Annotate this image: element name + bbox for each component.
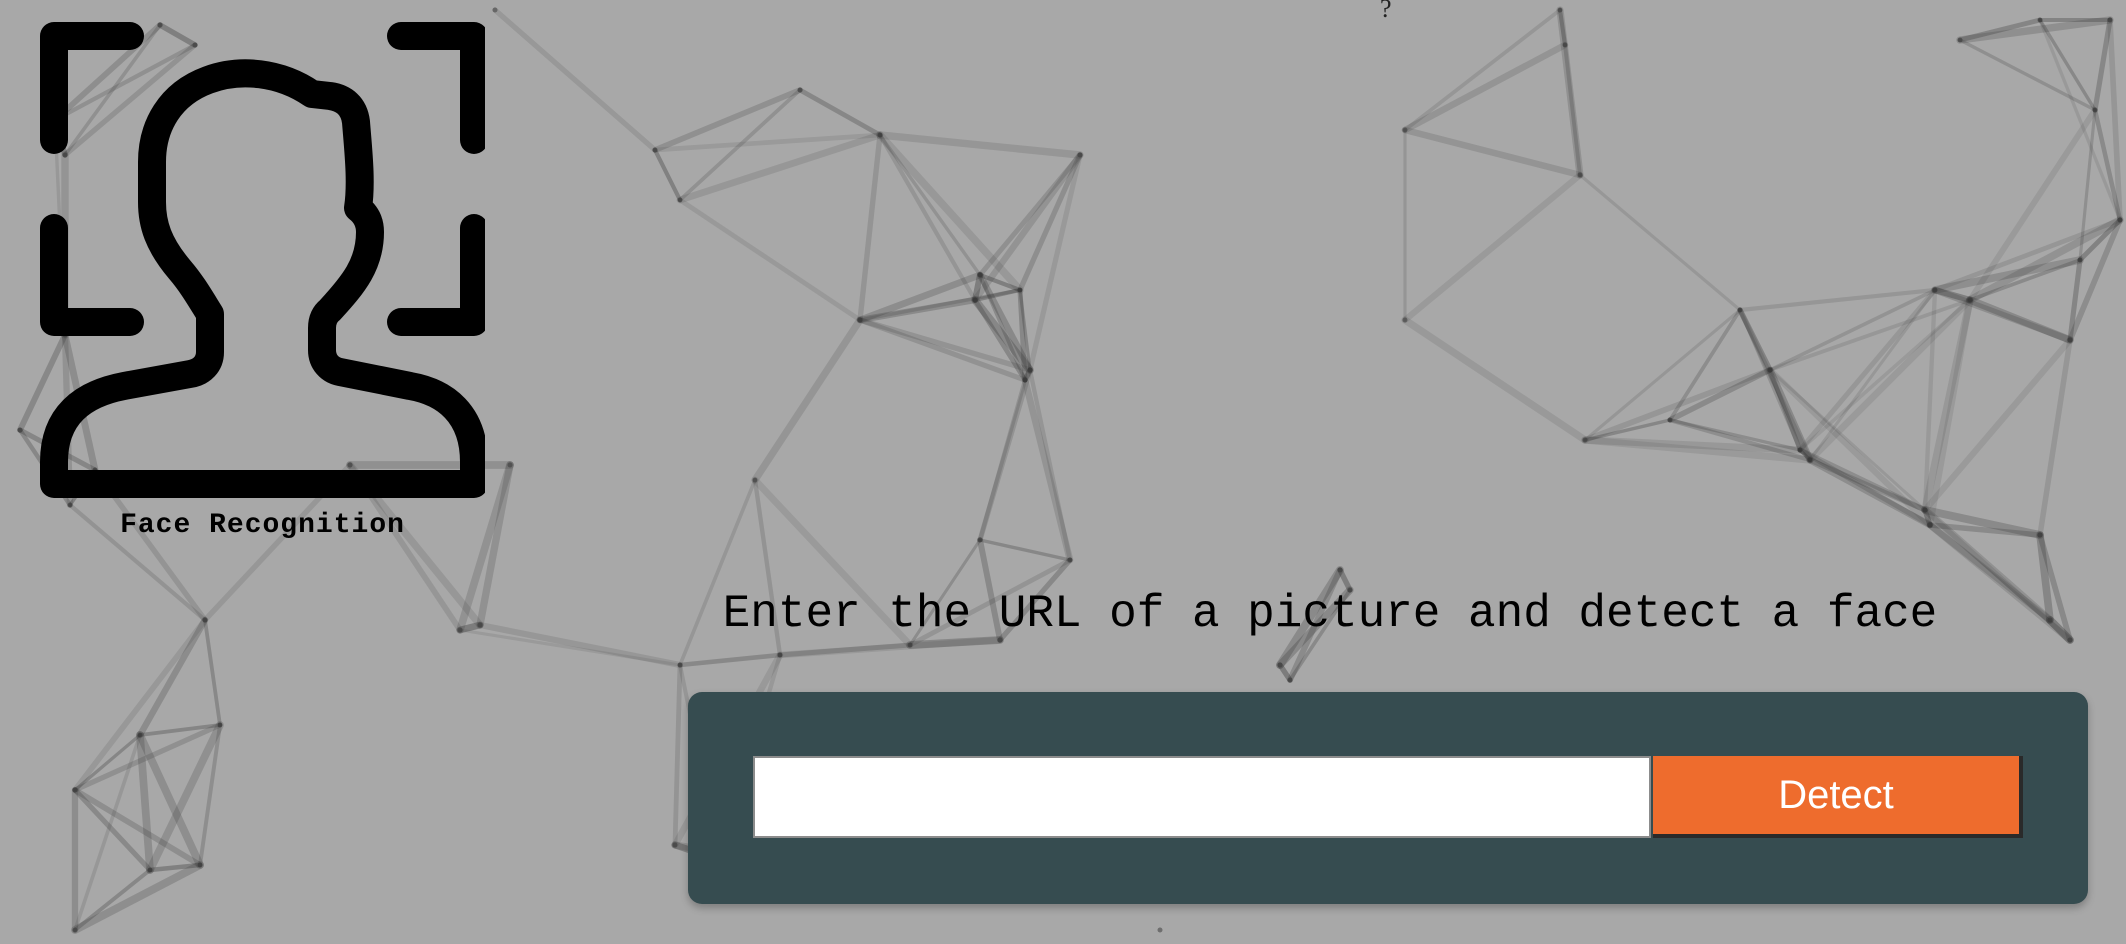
- network-node: [1667, 417, 1673, 423]
- top-glyph: ?: [1380, 0, 1392, 23]
- url-form-panel: Detect: [688, 692, 2088, 904]
- network-node: [777, 652, 783, 658]
- network-line: [1797, 287, 1938, 453]
- image-url-input[interactable]: [753, 756, 1651, 838]
- network-line: [906, 636, 1004, 649]
- network-node: [2092, 107, 2098, 113]
- network-line: [677, 197, 863, 323]
- network-line: [1768, 298, 1972, 372]
- network-node: [2107, 17, 2113, 23]
- network-node: [1017, 287, 1023, 293]
- network-node: [1577, 172, 1583, 178]
- network-line: [751, 316, 864, 484]
- network-line: [1966, 216, 2124, 304]
- network-node: [977, 272, 983, 278]
- network-line: [876, 131, 1084, 159]
- network-line: [1563, 43, 1582, 177]
- network-line: [652, 147, 683, 203]
- network-node: [2037, 532, 2043, 538]
- network-node: [507, 462, 513, 468]
- network-node: [477, 622, 483, 628]
- network-line: [2038, 18, 2122, 222]
- network-node: [652, 147, 658, 153]
- network-line: [1401, 126, 1584, 179]
- network-node: [1932, 287, 1938, 293]
- network-line: [977, 377, 1028, 543]
- network-node: [1807, 457, 1813, 463]
- network-node: [1077, 152, 1083, 158]
- network-node: [17, 427, 23, 433]
- network-node: [877, 132, 883, 138]
- network-line: [1737, 287, 1938, 313]
- network-node: [677, 197, 683, 203]
- network-node: [1557, 7, 1563, 13]
- network-line: [978, 538, 1072, 562]
- network-line: [1578, 173, 1742, 312]
- face-recognition-logo: [40, 22, 485, 532]
- network-node: [147, 867, 153, 873]
- network-node: [217, 722, 223, 728]
- network-node: [1967, 297, 1973, 303]
- network-node: [72, 927, 78, 933]
- network-line: [2092, 17, 2113, 113]
- network-node: [1927, 522, 1933, 528]
- network-node: [1582, 437, 1588, 443]
- network-line: [1401, 171, 1584, 324]
- network-node: [972, 297, 978, 303]
- network-node: [907, 642, 913, 648]
- network-node: [1022, 377, 1028, 383]
- network-node: [2037, 17, 2043, 23]
- network-node: [1067, 557, 1073, 563]
- network-node: [672, 842, 678, 848]
- network-node: [1767, 367, 1773, 373]
- network-node: [1027, 367, 1033, 373]
- network-line: [856, 271, 984, 324]
- network-line: [1337, 567, 1353, 593]
- network-node: [1157, 927, 1163, 933]
- network-line: [672, 662, 683, 848]
- network-node: [2077, 257, 2083, 263]
- network-node: [492, 7, 498, 13]
- network-line: [1401, 41, 1569, 134]
- network-line: [877, 132, 978, 303]
- network-node: [977, 537, 983, 543]
- network-node: [72, 787, 78, 793]
- network-node: [1277, 662, 1283, 668]
- network-node: [457, 627, 463, 633]
- instruction-text: Enter the URL of a picture and detect a …: [722, 588, 1938, 640]
- logo-label: Face Recognition: [120, 510, 405, 541]
- network-node: [2067, 337, 2073, 343]
- network-node: [2067, 637, 2073, 643]
- network-node: [797, 87, 803, 93]
- network-node: [1922, 507, 1928, 513]
- network-node: [1957, 37, 1963, 43]
- network-line: [1021, 376, 1074, 564]
- network-line: [492, 7, 658, 153]
- network-line: [677, 652, 783, 668]
- network-line: [1403, 8, 1562, 132]
- network-node: [1797, 447, 1803, 453]
- network-line: [1966, 296, 2074, 344]
- network-node: [1737, 307, 1743, 313]
- detect-button[interactable]: Detect: [1653, 756, 2023, 838]
- network-node: [1402, 127, 1408, 133]
- network-line: [1401, 316, 1589, 444]
- network-line: [1808, 288, 1937, 462]
- network-node: [1337, 567, 1343, 573]
- network-line: [797, 87, 883, 138]
- network-node: [1562, 42, 1568, 48]
- network-node: [677, 662, 683, 668]
- network-node: [1402, 317, 1408, 323]
- network-node: [857, 317, 863, 323]
- network-node: [1287, 677, 1293, 683]
- network-node: [752, 477, 758, 483]
- network-node: [2117, 217, 2123, 223]
- face-recognition-icon: [40, 22, 485, 498]
- network-node: [197, 862, 203, 868]
- network-node: [202, 617, 208, 623]
- network-line: [203, 618, 222, 727]
- network-node: [137, 732, 143, 738]
- network-line: [857, 132, 883, 323]
